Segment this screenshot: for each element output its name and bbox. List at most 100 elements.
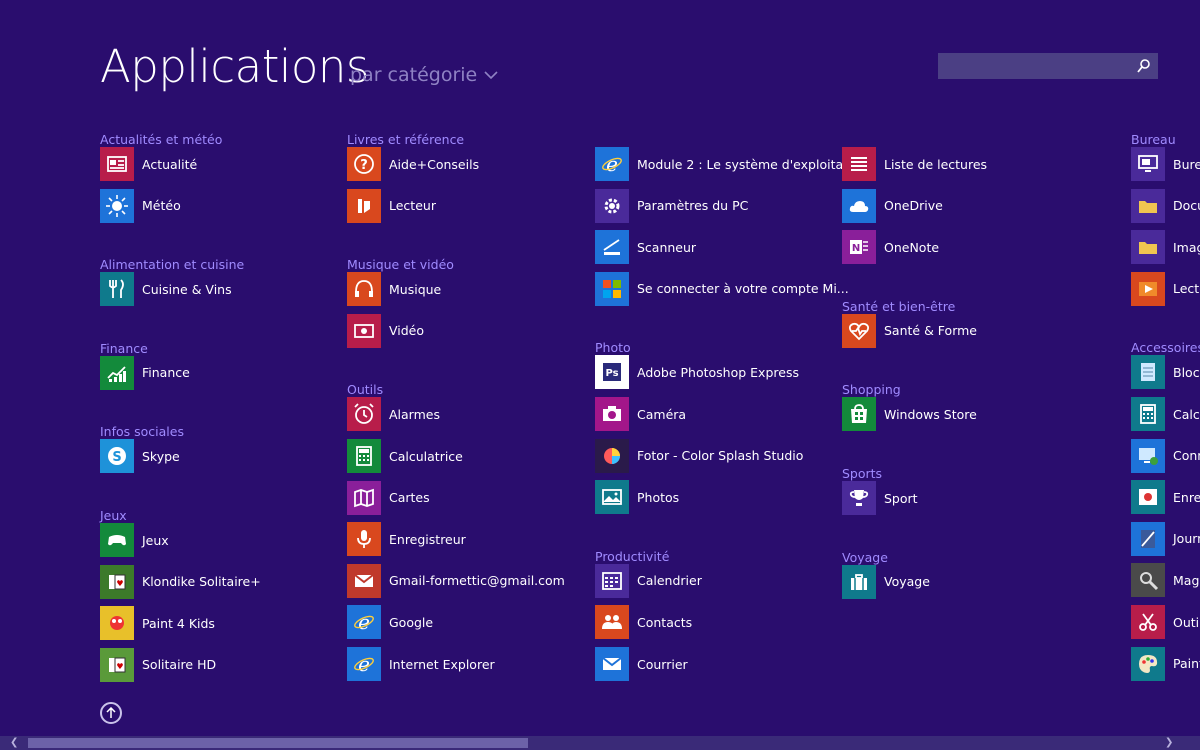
app-tile[interactable]: Enreg (1131, 480, 1200, 515)
alarm-icon (347, 397, 381, 432)
app-tile[interactable]: e Internet Explorer (347, 647, 495, 681)
search-input[interactable] (938, 53, 1140, 79)
app-tile[interactable]: Paint (1131, 646, 1200, 681)
app-tile[interactable]: Jeux (100, 523, 169, 557)
cards-icon: ♥ (100, 647, 134, 682)
horizontal-scrollbar[interactable]: ❮ ❯ (0, 736, 1200, 750)
app-tile[interactable]: Alarmes (347, 397, 440, 432)
app-label: Cuisine & Vins (142, 281, 232, 297)
folder-icon (1131, 188, 1165, 223)
app-tile[interactable]: Windows Store (842, 397, 977, 432)
scrollbar-thumb[interactable] (28, 738, 528, 748)
app-tile[interactable]: Santé & Forme (842, 313, 977, 348)
onenote-icon: N (842, 230, 876, 265)
section-heading[interactable]: Sports (842, 466, 882, 481)
app-label: Actualité (142, 156, 198, 172)
app-tile[interactable]: Vidéo (347, 313, 424, 348)
app-tile[interactable]: Enregistreur (347, 522, 466, 557)
section-heading[interactable]: Outils (347, 382, 383, 397)
app-tile[interactable]: Lecteur (347, 188, 436, 223)
app-label: Calendrier (637, 573, 702, 589)
app-tile[interactable]: Calcu (1131, 397, 1200, 431)
app-tile[interactable]: Musique (347, 272, 441, 307)
app-tile[interactable]: e Module 2 : Le système d'exploita... (595, 147, 855, 181)
scroll-left-icon[interactable]: ❮ (10, 738, 20, 748)
app-tile[interactable]: Voyage (842, 564, 930, 599)
section-heading[interactable]: Alimentation et cuisine (100, 257, 244, 272)
section-heading[interactable]: Actualités et météo (100, 132, 222, 147)
section-heading[interactable]: Infos sociales (100, 424, 184, 439)
app-tile[interactable]: Outil (1131, 605, 1200, 639)
app-tile[interactable]: Docu (1131, 188, 1200, 223)
app-tile[interactable]: Cuisine & Vins (100, 272, 232, 307)
app-label: Cartes (389, 490, 430, 506)
section-heading[interactable]: Voyage (842, 550, 888, 565)
arrow-up-icon (106, 707, 116, 718)
app-tile[interactable]: Magn (1131, 563, 1200, 598)
app-tile[interactable]: Contacts (595, 605, 692, 640)
app-tile[interactable]: Météo (100, 188, 181, 223)
app-label: Liste de lectures (884, 156, 988, 172)
app-tile[interactable]: Finance (100, 355, 190, 390)
app-tile[interactable]: Sport (842, 481, 918, 515)
app-tile[interactable]: ♥ Klondike Solitaire+ (100, 564, 261, 599)
app-label: Courrier (637, 656, 688, 672)
section-heading[interactable]: Musique et vidéo (347, 257, 454, 272)
section-heading[interactable]: Accessoires W (1131, 340, 1200, 355)
svg-text:e: e (358, 611, 370, 633)
app-tile[interactable]: Paramètres du PC (595, 188, 749, 223)
app-tile[interactable]: Paint 4 Kids (100, 606, 215, 641)
scroll-right-icon[interactable]: ❯ (1165, 738, 1175, 748)
section-heading[interactable]: Shopping (842, 382, 901, 397)
app-tile[interactable]: ♥ Solitaire HD (100, 647, 216, 682)
app-tile[interactable]: N OneNote (842, 230, 939, 265)
folder-icon (1131, 230, 1165, 265)
app-tile[interactable]: Lecte (1131, 271, 1200, 306)
app-tile[interactable]: Actualité (100, 147, 197, 181)
section-heading[interactable]: Bureau (1131, 132, 1176, 147)
app-tile[interactable]: e Google (347, 605, 433, 640)
app-label: Santé & Forme (884, 323, 977, 339)
app-tile[interactable]: ? Aide+Conseils (347, 147, 479, 181)
section-heading[interactable]: Productivité (595, 549, 669, 564)
app-tile[interactable]: Photos (595, 480, 679, 515)
section-heading[interactable]: Photo (595, 340, 631, 355)
app-tile[interactable]: Caméra (595, 397, 686, 431)
ie-icon: e (347, 647, 381, 681)
app-tile[interactable]: Burea (1131, 147, 1200, 181)
app-tile[interactable]: Journ (1131, 521, 1200, 556)
section-heading[interactable]: Santé et bien-être (842, 299, 955, 314)
svg-text:S: S (112, 450, 121, 465)
palette-icon (1131, 646, 1165, 681)
app-tile[interactable]: Liste de lectures (842, 147, 987, 181)
app-tile[interactable]: Ps Adobe Photoshop Express (595, 355, 799, 390)
app-tile[interactable]: Conn (1131, 438, 1200, 473)
search-icon[interactable] (1136, 58, 1152, 74)
app-tile[interactable]: Gmail-formettic@gmail.com (347, 563, 565, 598)
app-label: Paramètres du PC (637, 198, 749, 214)
search-box[interactable] (938, 53, 1158, 79)
sort-dropdown[interactable]: par catégorie (350, 64, 499, 86)
app-tile[interactable]: Courrier (595, 647, 688, 681)
app-tile[interactable]: S Skype (100, 439, 180, 474)
app-tile[interactable]: Scanneur (595, 230, 696, 265)
section-heading[interactable]: Finance (100, 341, 148, 356)
app-tile[interactable]: Calendrier (595, 563, 702, 598)
scroll-up-button[interactable] (100, 702, 122, 724)
app-tile[interactable]: Se connecter à votre compte Mi... (595, 271, 849, 306)
app-tile[interactable]: Cartes (347, 480, 430, 515)
app-label: Outil (1173, 614, 1200, 630)
section-heading[interactable]: Jeux (100, 508, 127, 523)
scanner-icon (595, 230, 629, 265)
app-tile[interactable]: Imag (1131, 230, 1200, 265)
camera-icon (595, 397, 629, 431)
media-player-icon (1131, 271, 1165, 306)
calculator-icon (347, 439, 381, 473)
app-tile[interactable]: Calculatrice (347, 439, 463, 473)
app-tile[interactable]: Fotor - Color Splash Studio (595, 438, 803, 473)
app-tile[interactable]: Bloc- (1131, 355, 1200, 390)
desktop-icon (1131, 147, 1165, 181)
svg-text:e: e (358, 653, 370, 675)
app-tile[interactable]: OneDrive (842, 188, 943, 223)
section-heading[interactable]: Livres et référence (347, 132, 464, 147)
